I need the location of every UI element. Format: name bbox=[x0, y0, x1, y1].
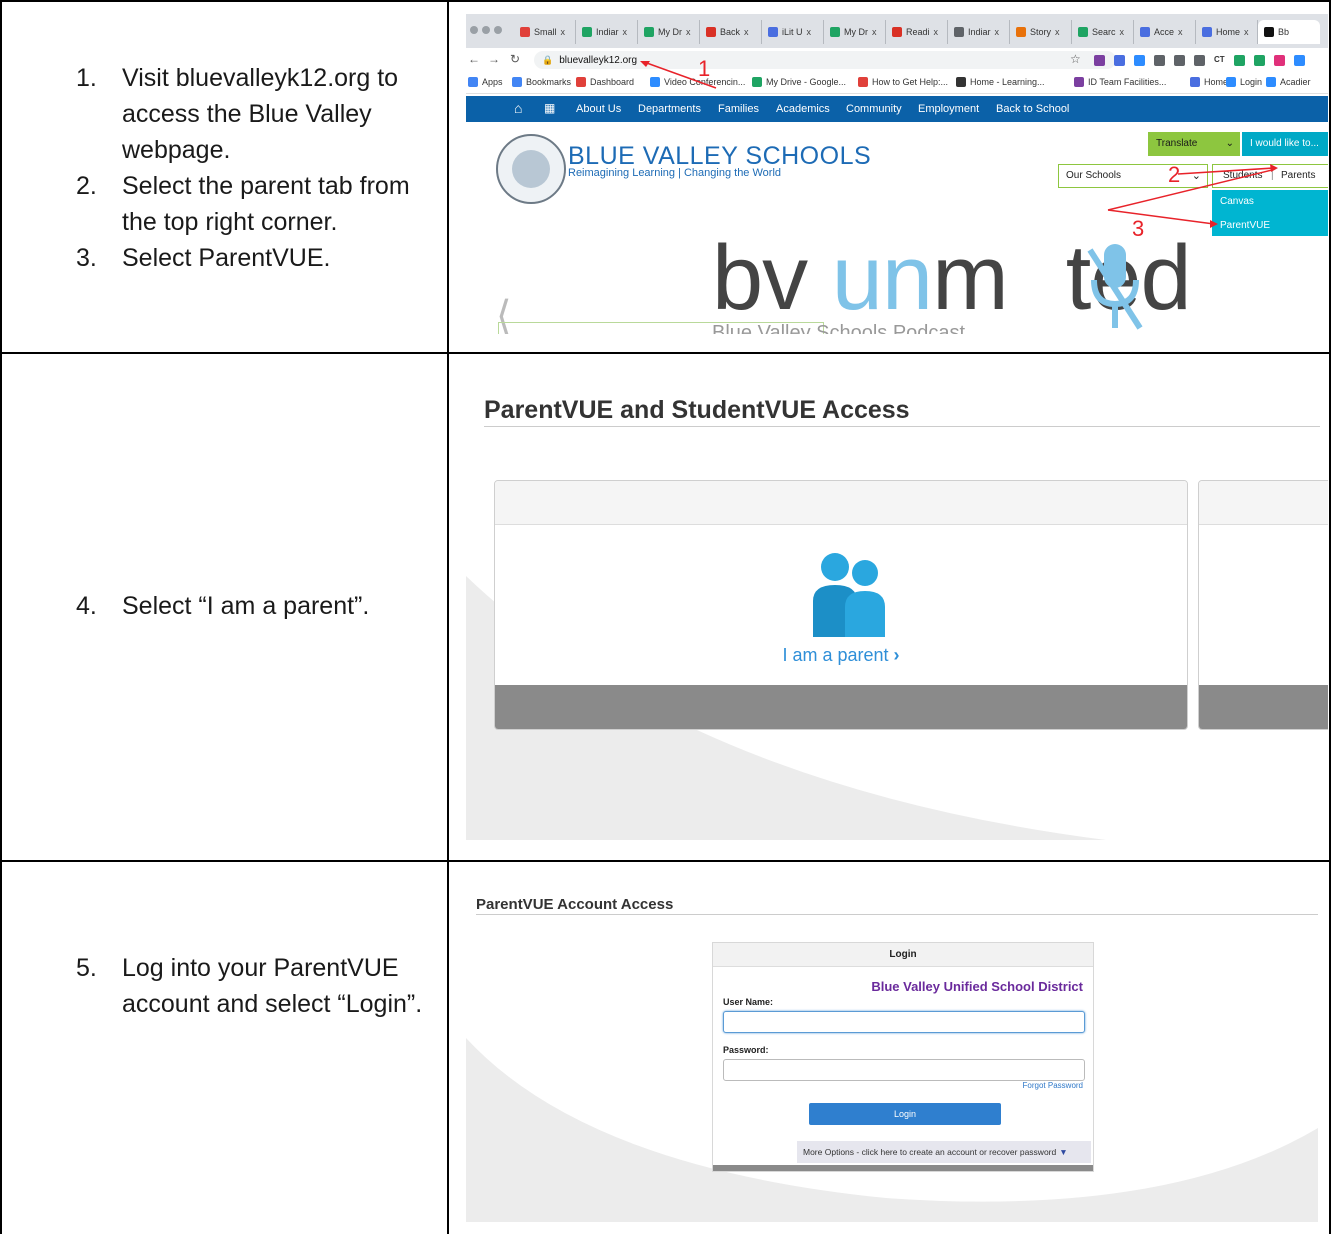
arrowhead-3 bbox=[1210, 220, 1218, 228]
card-header bbox=[495, 481, 1187, 525]
step-5: 5. Log into your ParentVUE account and s… bbox=[76, 950, 434, 1022]
more-options-toggle[interactable]: More Options - click here to create an a… bbox=[797, 1141, 1091, 1163]
parent-access-card[interactable]: I am a parent › bbox=[494, 480, 1188, 730]
step-text: Visit bluevalleyk12.org to access the Bl… bbox=[122, 64, 399, 164]
i-am-a-parent-link[interactable]: I am a parent › bbox=[495, 645, 1187, 666]
table-border-left bbox=[0, 0, 2, 1234]
step-number: 1. bbox=[76, 64, 97, 92]
forgot-password-link[interactable]: Forgot Password bbox=[1023, 1081, 1083, 1090]
step-1: 1. Visit bluevalleyk12.org to access the… bbox=[76, 60, 412, 168]
card-footer bbox=[1199, 685, 1328, 729]
student-access-card[interactable] bbox=[1198, 480, 1328, 730]
step-4: 4. Select “I am a parent”. bbox=[76, 588, 452, 624]
title-divider bbox=[476, 914, 1318, 915]
step-number: 4. bbox=[76, 592, 97, 620]
more-options-label: More Options - click here to create an a… bbox=[803, 1147, 1057, 1157]
district-name: Blue Valley Unified School District bbox=[871, 979, 1083, 994]
login-panel: Login Blue Valley Unified School Distric… bbox=[712, 942, 1094, 1172]
username-input[interactable] bbox=[723, 1011, 1085, 1033]
step-text: Select ParentVUE. bbox=[122, 244, 331, 272]
arrow-3-lower bbox=[1107, 209, 1215, 225]
card-footer bbox=[495, 685, 1187, 729]
annotation-number-1: 1 bbox=[698, 56, 711, 81]
instructions-row-1: 1. Visit bluevalleyk12.org to access the… bbox=[76, 60, 412, 276]
login-panel-title: Login bbox=[713, 943, 1093, 967]
instructions-row-3: 5. Log into your ParentVUE account and s… bbox=[76, 950, 434, 1022]
password-input[interactable] bbox=[723, 1059, 1085, 1081]
login-page-title: ParentVUE Account Access bbox=[476, 896, 674, 913]
row-divider-1 bbox=[0, 352, 1331, 354]
username-label: User Name: bbox=[723, 997, 774, 1007]
browser-screenshot: Small x Indiar x My Dr x Back x iLit Ux My Dr x Rea… bbox=[466, 14, 1328, 334]
instructions-row-2: 4. Select “I am a parent”. bbox=[76, 588, 452, 624]
step-2: 2. Select the parent tab from the top ri… bbox=[76, 168, 412, 240]
chevron-right-icon: › bbox=[893, 645, 900, 665]
step-number: 2. bbox=[76, 172, 97, 200]
card-header bbox=[1199, 481, 1328, 525]
arrow-3-upper bbox=[1107, 169, 1273, 211]
login-panel-footer bbox=[713, 1165, 1093, 1171]
table-border-top bbox=[0, 0, 1331, 2]
parent-link-label: I am a parent bbox=[782, 645, 889, 665]
row-divider-2 bbox=[0, 860, 1331, 862]
login-button[interactable]: Login bbox=[809, 1103, 1001, 1125]
password-label: Password: bbox=[723, 1045, 769, 1055]
step-text: Select the parent tab from the top right… bbox=[122, 172, 410, 236]
chevron-down-icon: ▼ bbox=[1059, 1147, 1068, 1157]
parentvue-login-screenshot: ParentVUE Account Access Login Blue Vall… bbox=[466, 888, 1328, 1222]
step-number: 5. bbox=[76, 954, 97, 982]
parentvue-access-screenshot: ParentVUE and StudentVUE Access I am a p… bbox=[466, 366, 1328, 840]
title-divider bbox=[484, 426, 1320, 427]
annotation-number-3: 3 bbox=[1132, 216, 1145, 241]
step-text: Log into your ParentVUE account and sele… bbox=[122, 954, 423, 1018]
step-text: Select “I am a parent”. bbox=[122, 592, 370, 620]
annotation-arrows bbox=[640, 61, 1278, 228]
annotation-number-2: 2 bbox=[1168, 162, 1181, 187]
step-number: 3. bbox=[76, 244, 97, 272]
access-page-title: ParentVUE and StudentVUE Access bbox=[484, 396, 910, 424]
parents-people-icon bbox=[813, 553, 885, 637]
step-3: 3. Select ParentVUE. bbox=[76, 240, 412, 276]
